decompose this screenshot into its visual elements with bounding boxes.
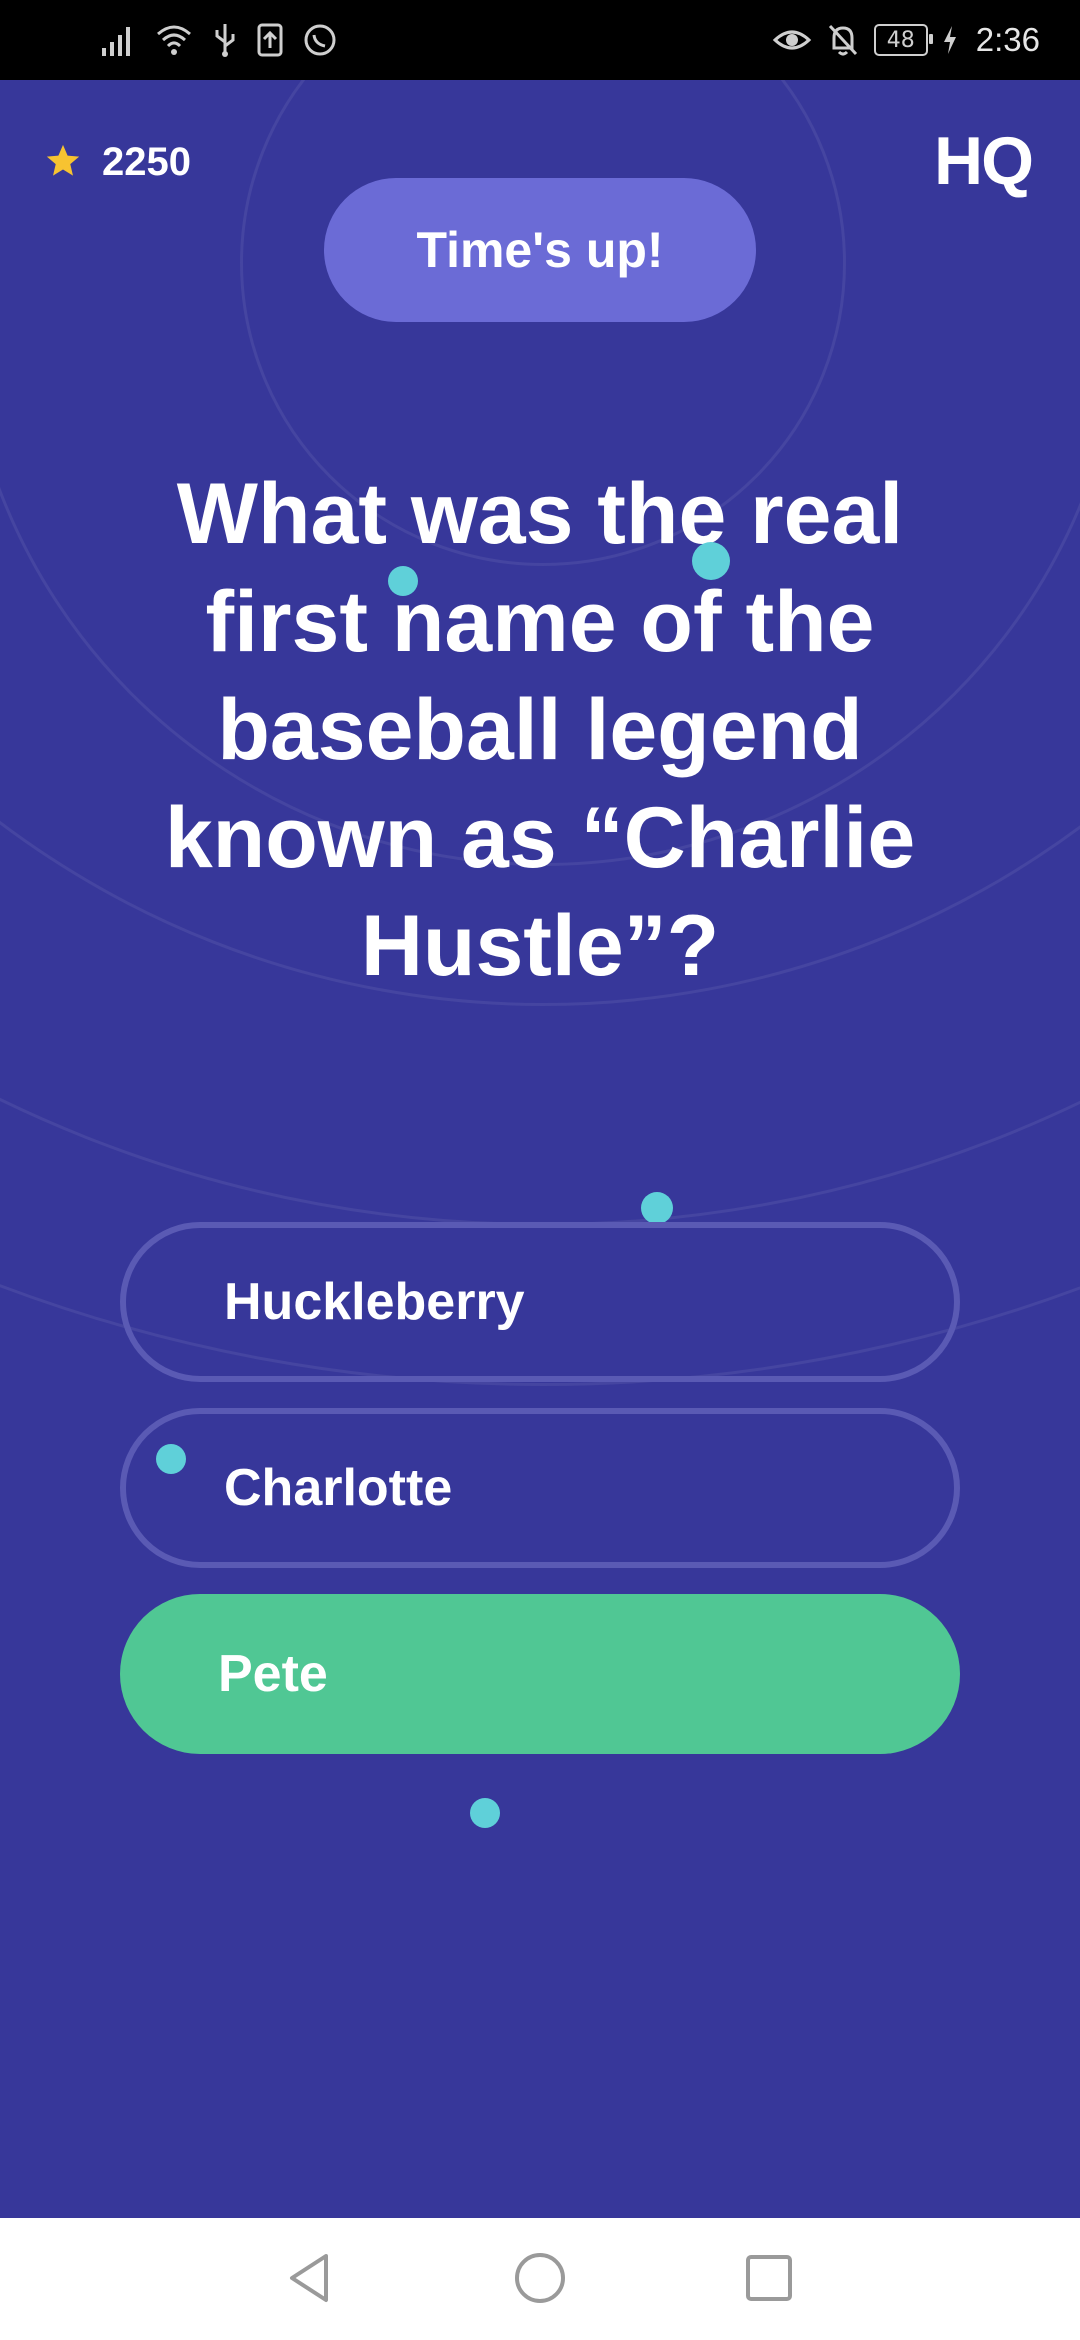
battery-icon: 48 <box>873 24 933 56</box>
home-icon[interactable] <box>512 2248 568 2312</box>
answer-label: Huckleberry <box>224 1273 525 1331</box>
score-display: 2250 <box>44 140 191 185</box>
navigation-bar <box>0 2218 1080 2340</box>
status-bar: 48 2:36 <box>0 0 1080 80</box>
eye-icon <box>772 22 812 58</box>
status-time: 2:36 <box>975 21 1040 58</box>
timer-banner: Time's up! <box>324 178 756 322</box>
game-screen: 2250 HQ Time's up! What was the real fir… <box>0 80 1080 2218</box>
hq-logo: HQ <box>934 123 1034 199</box>
charging-icon <box>942 25 958 55</box>
answer-label: Pete <box>218 1645 328 1703</box>
decorative-dot <box>388 566 418 596</box>
wifi-icon <box>154 22 194 58</box>
whatsapp-icon <box>302 22 338 58</box>
answer-option-3-correct[interactable]: Pete <box>120 1594 960 1754</box>
signal-icon <box>100 22 136 58</box>
decorative-dot <box>470 1798 500 1828</box>
answer-option-1[interactable]: Huckleberry <box>120 1222 960 1382</box>
status-right-icons: 48 2:36 <box>772 14 1040 66</box>
upload-icon <box>256 22 284 58</box>
question-text: What was the real first name of the base… <box>164 466 916 994</box>
usb-icon <box>212 22 238 58</box>
score-value: 2250 <box>102 140 191 184</box>
decorative-dot <box>641 1192 673 1224</box>
recents-icon[interactable] <box>744 2248 794 2312</box>
bell-off-icon <box>826 22 860 58</box>
answer-option-2[interactable]: Charlotte <box>120 1408 960 1568</box>
star-icon <box>44 142 82 184</box>
back-icon[interactable] <box>284 2248 334 2312</box>
decorative-dot <box>692 542 730 580</box>
status-left-icons <box>100 14 338 66</box>
answer-label: Charlotte <box>224 1459 453 1517</box>
